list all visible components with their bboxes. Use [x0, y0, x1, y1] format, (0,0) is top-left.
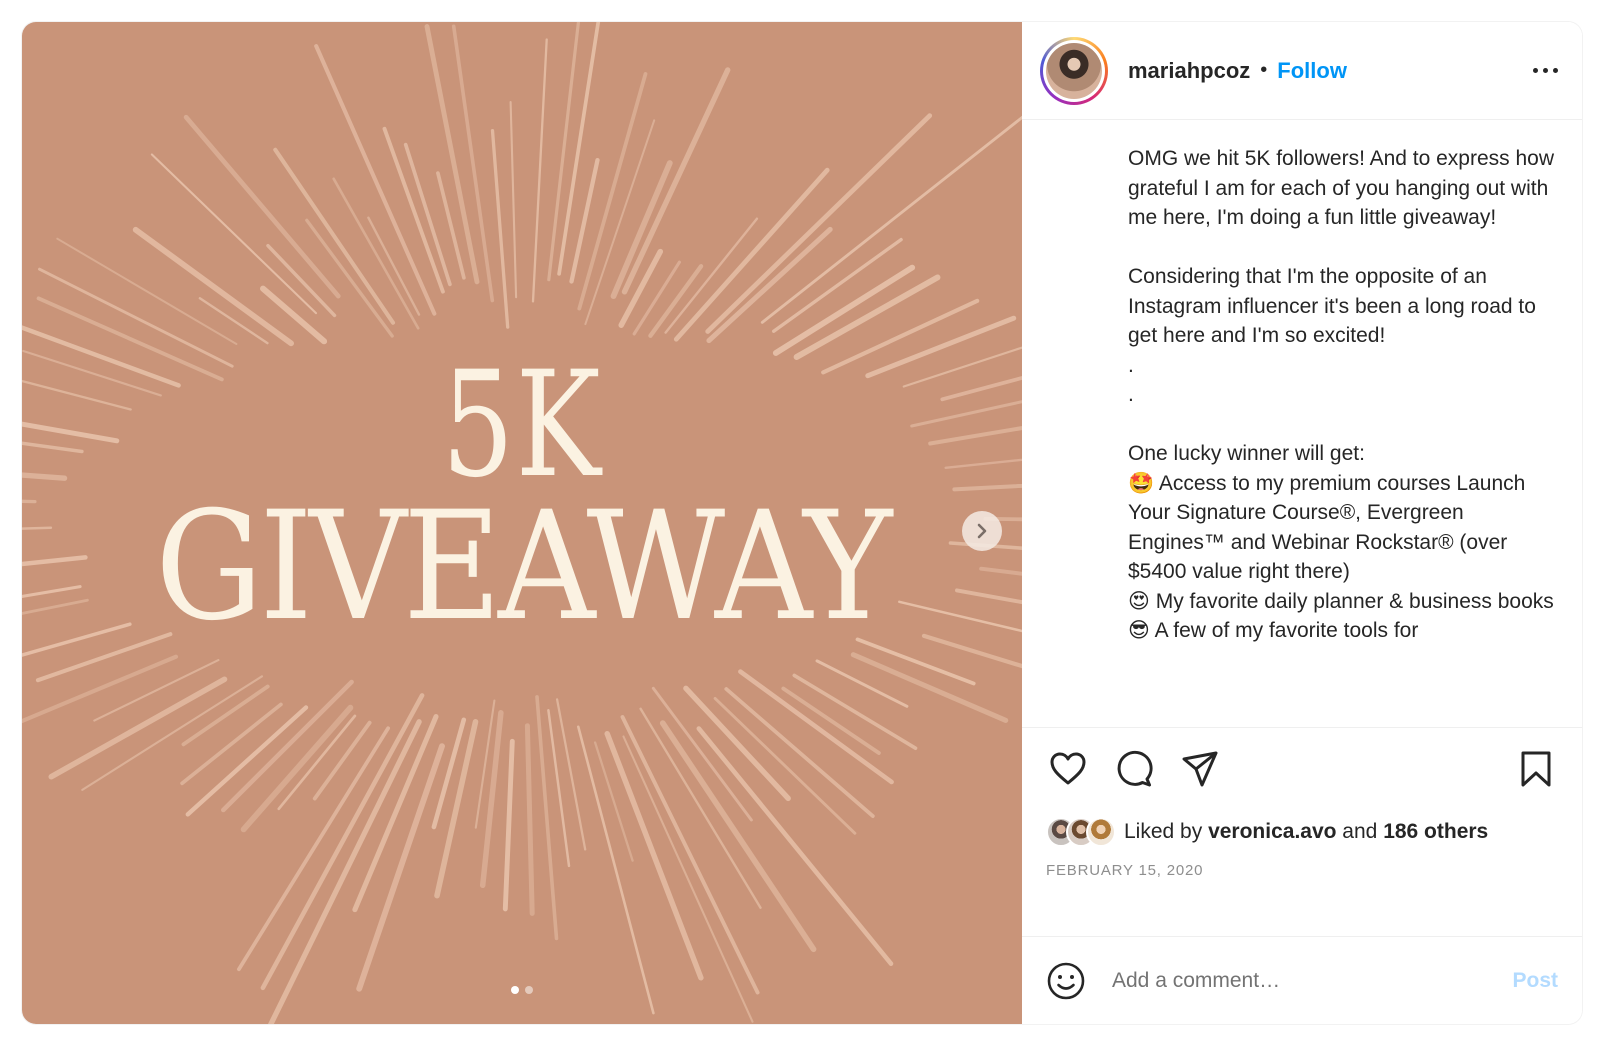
starburst-ray — [944, 458, 1022, 469]
starburst-ray — [952, 483, 1022, 492]
follow-button[interactable]: Follow — [1277, 58, 1347, 84]
starburst-ray — [659, 720, 817, 953]
likes-summary: Liked by veronica.avo and 186 others — [1124, 820, 1488, 844]
starburst-ray — [793, 274, 941, 360]
starburst-ray — [664, 217, 759, 334]
avatar-story-ring[interactable] — [1040, 36, 1108, 105]
more-horizontal-icon — [1533, 68, 1538, 73]
starburst-ray — [610, 160, 673, 300]
comment-icon[interactable] — [1114, 749, 1154, 789]
starburst-ray — [535, 695, 559, 941]
starburst-ray — [22, 421, 120, 444]
comment-bar: Post — [1022, 936, 1582, 1024]
post-header: mariahpcoz • Follow — [1022, 22, 1582, 120]
starburst-ray — [490, 128, 510, 329]
send-icon[interactable] — [1180, 749, 1220, 789]
likes-others-link[interactable]: 186 others — [1383, 820, 1488, 843]
next-slide-button[interactable] — [962, 511, 1002, 551]
headline-giveaway: GIVEAWAY — [155, 480, 892, 654]
more-options-button[interactable] — [1529, 60, 1562, 81]
starburst-ray — [593, 741, 634, 862]
starburst-ray — [648, 264, 704, 338]
chevron-right-icon — [977, 523, 987, 539]
starburst-ray — [604, 730, 704, 981]
post-media[interactable]: 5K GIVEAWAY — [22, 22, 1022, 1024]
starburst-ray — [524, 723, 535, 916]
starburst-ray — [902, 346, 1022, 388]
separator-dot: • — [1260, 59, 1268, 81]
starburst-ray — [431, 717, 467, 830]
smiley-icon[interactable] — [1046, 961, 1086, 1001]
starburst-ray — [576, 725, 655, 1015]
starburst-ray — [928, 426, 1022, 446]
likes-row: Liked by veronica.avo and 186 others — [1022, 810, 1582, 854]
carousel-dot-active — [511, 986, 519, 994]
post-date: FEBRUARY 15, 2020 — [1046, 862, 1204, 879]
username-link[interactable]: mariahpcoz — [1128, 58, 1250, 84]
starburst-ray — [312, 720, 372, 801]
starburst-ray — [479, 710, 504, 889]
starburst-ray — [260, 693, 425, 991]
starburst-ray — [502, 738, 515, 912]
starburst-ray — [150, 153, 318, 315]
starburst-ray — [621, 67, 731, 295]
avatar — [1046, 42, 1102, 99]
starburst-ray — [815, 659, 909, 708]
starburst-ray — [940, 375, 1022, 402]
starburst-ray — [22, 654, 179, 724]
starburst-ray — [713, 696, 857, 835]
liker-username-link[interactable]: veronica.avo — [1208, 820, 1336, 843]
starburst-ray — [531, 38, 548, 303]
comment-input[interactable] — [1112, 968, 1513, 993]
bookmark-icon[interactable] — [1516, 749, 1556, 789]
starburst-ray — [48, 676, 228, 780]
carousel-dot — [525, 986, 533, 994]
starburst-ray — [555, 698, 587, 851]
likes-middle: and — [1336, 820, 1384, 843]
starburst-ray — [22, 379, 132, 411]
liker-avatar — [1086, 817, 1116, 847]
caption-area[interactable]: OMG we hit 5K followers! And to express … — [1022, 120, 1582, 728]
starburst-ray — [622, 735, 754, 1023]
heart-icon[interactable] — [1048, 749, 1088, 789]
starburst-ray — [221, 679, 354, 813]
starburst-ray — [424, 24, 480, 285]
starburst-ray — [547, 709, 571, 868]
action-bar — [1022, 728, 1582, 810]
starburst-ray — [850, 652, 1009, 723]
post-comment-button[interactable]: Post — [1512, 969, 1558, 993]
liker-avatars[interactable] — [1046, 817, 1116, 847]
carousel-indicator — [22, 986, 1022, 994]
headline-5k: 5K — [441, 340, 603, 510]
starburst-ray — [22, 472, 68, 481]
likes-prefix: Liked by — [1124, 820, 1209, 843]
starburst-ray — [22, 526, 53, 530]
starburst-ray — [760, 115, 1022, 324]
caption-text: OMG we hit 5K followers! And to express … — [1128, 147, 1555, 642]
starburst-ray — [22, 499, 37, 504]
post-side-panel: mariahpcoz • Follow OMG we hit 5K follow… — [1022, 22, 1582, 1024]
starburst-ray — [509, 101, 518, 299]
instagram-post: 5K GIVEAWAY mariahpcoz • Follow OMG we h… — [22, 22, 1582, 1024]
